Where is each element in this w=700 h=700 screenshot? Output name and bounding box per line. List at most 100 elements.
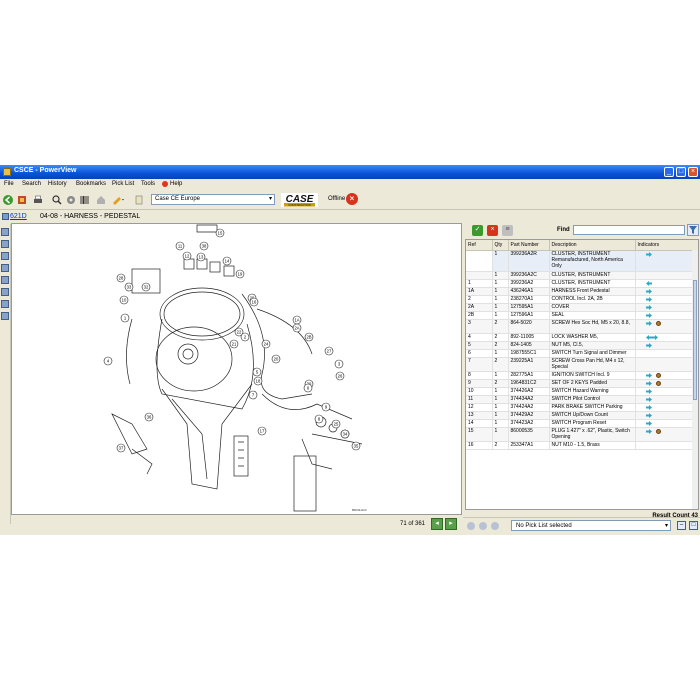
picklist-view-icon[interactable] bbox=[491, 522, 499, 530]
table-row[interactable]: 1 399236A2C CLUSTER, INSTRUMENT bbox=[466, 271, 698, 280]
clipboard-icon[interactable]: ≡ bbox=[502, 225, 513, 236]
table-row[interactable]: 3 2 864-5020 SCREW Hex Soc Hd, M5 x 20, 8.8… bbox=[466, 319, 698, 334]
callout-18[interactable]: 18 bbox=[253, 376, 263, 386]
arrow-right-icon[interactable] bbox=[645, 429, 652, 434]
arrow-right-icon[interactable] bbox=[645, 373, 652, 378]
arrow-right-icon[interactable] bbox=[645, 297, 652, 302]
arrow-right-icon[interactable] bbox=[645, 252, 652, 257]
callout-10[interactable]: 10 bbox=[119, 295, 129, 305]
scroll-thumb[interactable] bbox=[693, 280, 697, 400]
callout-3[interactable]: 3 bbox=[334, 359, 344, 369]
callout-7[interactable]: 7 bbox=[248, 390, 258, 400]
table-row[interactable]: 15 1 86000535 PLUG 1.427" x .62", Plastic, … bbox=[466, 427, 698, 442]
zoom-icon[interactable] bbox=[1, 252, 9, 260]
edit-icon[interactable] bbox=[112, 195, 124, 205]
prev-page-button[interactable]: ◂ bbox=[431, 518, 443, 530]
barcode-icon[interactable] bbox=[80, 195, 90, 205]
part-info-icon[interactable] bbox=[655, 321, 661, 326]
arrow-right-icon[interactable] bbox=[645, 343, 652, 348]
table-row[interactable]: 1A 1 436246A1 HARNESS Front Pedestal bbox=[466, 287, 698, 296]
part-info-icon[interactable] bbox=[655, 381, 661, 386]
picklist-add-icon[interactable] bbox=[467, 522, 475, 530]
arrow-right-icon[interactable] bbox=[645, 413, 652, 418]
tools-icon[interactable] bbox=[1, 264, 9, 272]
callout-4[interactable]: 4 bbox=[103, 356, 113, 366]
search-icon[interactable] bbox=[52, 195, 62, 205]
menu-search[interactable]: Search bbox=[22, 181, 41, 187]
picklist-remove-icon[interactable] bbox=[479, 522, 487, 530]
callout-2[interactable]: 2 bbox=[240, 332, 250, 342]
callout-28[interactable]: 28 bbox=[116, 273, 126, 283]
back-icon[interactable] bbox=[3, 195, 13, 205]
callout-16[interactable]: 16 bbox=[249, 297, 259, 307]
minimize-button[interactable]: _ bbox=[664, 167, 674, 177]
panel-restore-button[interactable]: □ bbox=[689, 521, 698, 530]
home-icon[interactable] bbox=[96, 195, 106, 205]
arrow-right-icon[interactable] bbox=[645, 321, 652, 326]
rotate-icon[interactable] bbox=[1, 276, 9, 284]
callout-26[interactable]: 26 bbox=[335, 371, 345, 381]
callout-27[interactable]: 27 bbox=[324, 346, 334, 356]
next-page-button[interactable]: ▸ bbox=[445, 518, 457, 530]
menu-bookmarks[interactable]: Bookmarks bbox=[76, 181, 106, 187]
arrow-right-icon[interactable] bbox=[645, 289, 652, 294]
callout-6[interactable]: 6 bbox=[303, 383, 313, 393]
menu-file[interactable]: File bbox=[4, 181, 14, 187]
table-row[interactable]: 2 1 238270A1 CONTROL Incl. 2A, 2B bbox=[466, 295, 698, 304]
callout-20[interactable]: 20 bbox=[271, 354, 281, 364]
col-indicators[interactable]: Indicators bbox=[635, 240, 698, 251]
arrow-right-icon[interactable] bbox=[645, 405, 652, 410]
callout-8[interactable]: 8 bbox=[314, 414, 324, 424]
panel-minimize-button[interactable]: – bbox=[677, 521, 686, 530]
table-row[interactable]: 2A 1 127595A1 COVER bbox=[466, 303, 698, 312]
page-icon[interactable] bbox=[1, 228, 9, 236]
callout-1A[interactable]: 1A bbox=[292, 315, 302, 325]
arrow-right-icon[interactable] bbox=[645, 421, 652, 426]
arrow-right-icon[interactable] bbox=[645, 397, 652, 402]
arrow-right-icon[interactable] bbox=[651, 335, 658, 340]
callout-36[interactable]: 36 bbox=[144, 412, 154, 422]
maximize-button[interactable]: □ bbox=[676, 167, 686, 177]
grid-icon[interactable] bbox=[1, 312, 9, 320]
callout-35[interactable]: 35 bbox=[351, 441, 361, 451]
table-row[interactable]: 2B 1 127596A1 SEAL bbox=[466, 311, 698, 320]
callout-21[interactable]: 21 bbox=[229, 339, 239, 349]
arrow-right-icon[interactable] bbox=[645, 313, 652, 318]
close-button[interactable]: × bbox=[688, 167, 698, 177]
menu-history[interactable]: History bbox=[48, 181, 67, 187]
table-row[interactable]: 11 1 374434A2 SWITCH Pilot Control bbox=[466, 395, 698, 404]
pan-icon[interactable] bbox=[1, 300, 9, 308]
cancel-icon[interactable]: × bbox=[487, 225, 498, 236]
callout-34[interactable]: 34 bbox=[340, 429, 350, 439]
settings-icon[interactable] bbox=[66, 195, 76, 205]
menu-help[interactable]: Help bbox=[170, 181, 182, 187]
callout-19[interactable]: 19 bbox=[235, 269, 245, 279]
callout-1[interactable]: 1 bbox=[120, 313, 130, 323]
table-row[interactable]: 16 2 253347A1 NUT M10 - 1.5, Brass bbox=[466, 441, 698, 450]
callout-13[interactable]: 13 bbox=[196, 252, 206, 262]
table-row[interactable]: 5 2 824-1405 NUT M5, Cl.5, bbox=[466, 341, 698, 350]
fit-icon[interactable] bbox=[1, 288, 9, 296]
model-link[interactable]: 621D bbox=[10, 213, 27, 220]
picklist-select[interactable]: No Pick List selected ▾ bbox=[511, 520, 671, 531]
vertical-scrollbar[interactable] bbox=[692, 250, 698, 509]
callout-25[interactable]: 25 bbox=[331, 419, 341, 429]
confirm-icon[interactable]: ✓ bbox=[472, 225, 483, 236]
callout-33[interactable]: 33 bbox=[124, 282, 134, 292]
table-row[interactable]: 7 2 239225A1 SCREW Cross Pan Hd, M4 x 12, S… bbox=[466, 357, 698, 372]
callout-2A[interactable]: 2A bbox=[292, 323, 302, 333]
table-row[interactable]: 12 1 374424A2 PARK BRAKE SWITCH Parking bbox=[466, 403, 698, 412]
callout-37[interactable]: 37 bbox=[116, 443, 126, 453]
table-row[interactable]: 8 1 282775A1 IGNITION SWITCH Incl. 9 bbox=[466, 371, 698, 380]
bookmark-icon[interactable] bbox=[17, 195, 27, 205]
table-row[interactable]: 1 1 399236A2 CLUSTER, INSTRUMENT bbox=[466, 279, 698, 288]
arrow-right-icon[interactable] bbox=[645, 305, 652, 310]
filter-icon[interactable] bbox=[687, 224, 699, 236]
callout-11[interactable]: 11 bbox=[175, 241, 185, 251]
part-info-icon[interactable] bbox=[655, 373, 661, 378]
table-row[interactable]: 10 1 374426A2 SWITCH Hazard Warning bbox=[466, 387, 698, 396]
arrow-right-icon[interactable] bbox=[645, 389, 652, 394]
col-qty[interactable]: Qty bbox=[492, 240, 509, 251]
menu-pick-list[interactable]: Pick List bbox=[112, 181, 134, 187]
offline-status-icon[interactable]: × bbox=[346, 193, 358, 205]
